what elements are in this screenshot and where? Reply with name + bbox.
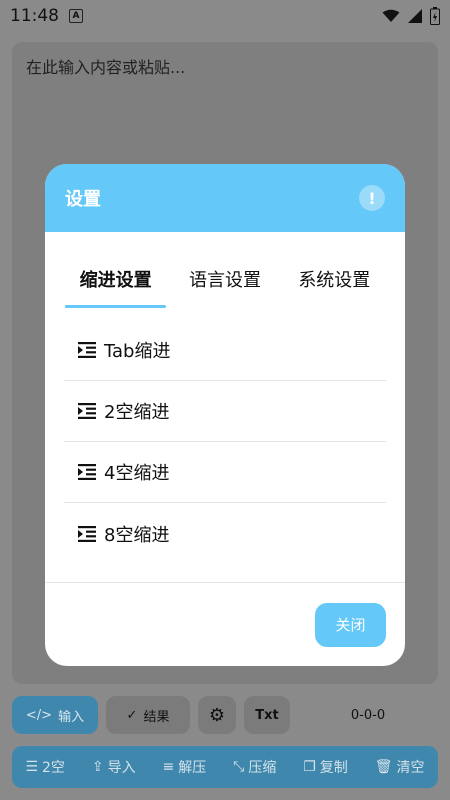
dialog-footer: 关闭 <box>45 582 405 666</box>
settings-tabs: 缩进设置 语言设置 系统设置 <box>45 232 405 308</box>
settings-dialog: 设置 ! 缩进设置 语言设置 系统设置 Tab缩进 2空缩进 4空缩进 8空缩进… <box>45 164 405 666</box>
option-label: 4空缩进 <box>104 463 170 484</box>
dialog-header: 设置 ! <box>45 164 405 232</box>
option-tab-indent[interactable]: Tab缩进 <box>64 320 386 381</box>
tab-indent-settings[interactable]: 缩进设置 <box>61 266 170 308</box>
info-icon[interactable]: ! <box>359 185 385 211</box>
tab-system-settings[interactable]: 系统设置 <box>280 266 389 308</box>
option-label: 8空缩进 <box>104 524 170 546</box>
dialog-title: 设置 <box>65 189 101 210</box>
tab-language-settings[interactable]: 语言设置 <box>170 266 279 308</box>
indent-icon <box>78 525 96 542</box>
option-8-space-indent[interactable]: 8空缩进 <box>64 503 386 564</box>
option-2-space-indent[interactable]: 2空缩进 <box>64 381 386 442</box>
option-label: Tab缩进 <box>104 341 171 362</box>
option-4-space-indent[interactable]: 4空缩进 <box>64 442 386 503</box>
indent-options-list: Tab缩进 2空缩进 4空缩进 8空缩进 <box>45 320 405 564</box>
close-button[interactable]: 关闭 <box>315 602 386 647</box>
indent-icon <box>78 464 96 480</box>
indent-icon <box>78 342 96 358</box>
indent-icon <box>78 403 96 419</box>
option-label: 2空缩进 <box>104 402 170 423</box>
